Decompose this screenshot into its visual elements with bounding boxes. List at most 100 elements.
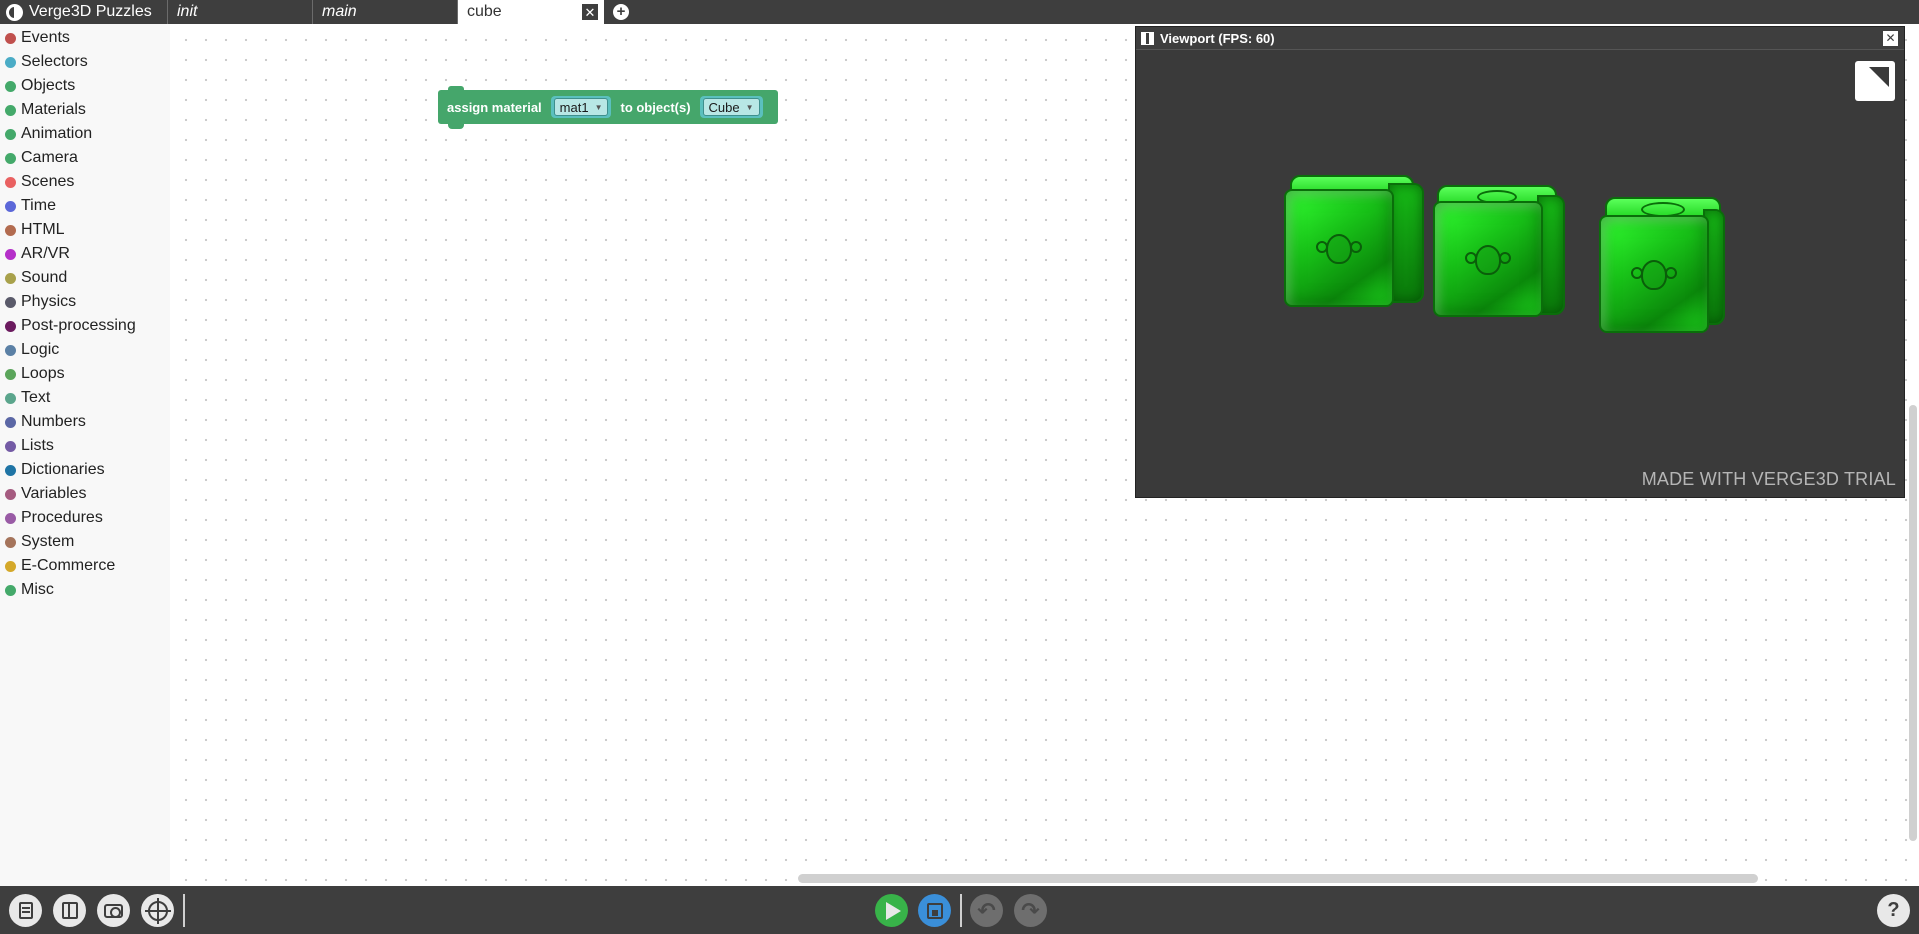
viewport-title: Viewport (FPS: 60) xyxy=(1160,30,1275,46)
camera-icon xyxy=(104,903,123,918)
cube-face xyxy=(1599,215,1709,333)
category-color-dot-icon xyxy=(5,512,16,524)
block-label-to-objects: to object(s) xyxy=(620,99,691,115)
close-tab-icon[interactable]: ✕ xyxy=(582,4,598,20)
category-color-dot-icon xyxy=(5,32,16,44)
material-socket: mat1 ▼ xyxy=(550,96,612,118)
center-workspace-button[interactable] xyxy=(141,894,174,927)
tab-label: main xyxy=(322,3,357,20)
category-numbers[interactable]: Numbers xyxy=(0,410,170,434)
viewport-header[interactable]: Viewport (FPS: 60) ✕ xyxy=(1136,27,1904,50)
category-label: Post-processing xyxy=(21,317,136,334)
green-cube xyxy=(1599,197,1731,337)
save-icon xyxy=(926,902,943,919)
toggle-panel-button[interactable] xyxy=(53,894,86,927)
pause-icon[interactable] xyxy=(1141,31,1154,45)
undo-button[interactable]: ↶ xyxy=(970,894,1003,927)
viewport-panel[interactable]: Viewport (FPS: 60) ✕ MADE WITH VERGE3D T… xyxy=(1135,26,1905,498)
category-label: E-Commerce xyxy=(21,557,116,574)
dropdown-arrow-icon: ▼ xyxy=(594,102,603,112)
category-logic[interactable]: Logic xyxy=(0,338,170,362)
category-html[interactable]: HTML xyxy=(0,218,170,242)
toolbar-divider xyxy=(183,894,185,927)
tab-label: init xyxy=(177,3,198,20)
category-events[interactable]: Events xyxy=(0,26,170,50)
run-button[interactable] xyxy=(875,894,908,927)
help-button[interactable]: ? xyxy=(1877,894,1910,927)
category-loops[interactable]: Loops xyxy=(0,362,170,386)
category-color-dot-icon xyxy=(5,584,16,596)
app-title-text: Verge3D Puzzles xyxy=(29,3,152,20)
category-label: Physics xyxy=(21,293,77,310)
object-socket: Cube ▼ xyxy=(699,96,763,118)
library-button[interactable] xyxy=(9,894,42,927)
category-procedures[interactable]: Procedures xyxy=(0,506,170,530)
category-color-dot-icon xyxy=(5,560,16,572)
plus-icon: + xyxy=(613,4,629,20)
horizontal-scrollbar[interactable] xyxy=(798,874,1758,883)
tab-main[interactable]: main xyxy=(313,0,458,24)
category-objects[interactable]: Objects xyxy=(0,74,170,98)
assign-material-block[interactable]: assign material mat1 ▼ to object(s) Cube… xyxy=(438,86,778,129)
trial-watermark: MADE WITH VERGE3D TRIAL xyxy=(1641,469,1896,489)
category-camera[interactable]: Camera xyxy=(0,146,170,170)
category-label: Selectors xyxy=(21,53,88,70)
screenshot-button[interactable] xyxy=(97,894,130,927)
category-ar-vr[interactable]: AR/VR xyxy=(0,242,170,266)
category-scenes[interactable]: Scenes xyxy=(0,170,170,194)
material-dropdown-value: mat1 xyxy=(559,99,589,115)
crosshair-icon xyxy=(144,897,171,924)
category-label: Text xyxy=(21,389,51,406)
object-dropdown[interactable]: Cube ▼ xyxy=(702,98,760,116)
category-label: Camera xyxy=(21,149,78,166)
category-color-dot-icon xyxy=(5,536,16,548)
category-color-dot-icon xyxy=(5,248,16,260)
category-label: Logic xyxy=(21,341,60,358)
category-label: Loops xyxy=(21,365,65,382)
category-animation[interactable]: Animation xyxy=(0,122,170,146)
help-icon: ? xyxy=(1887,899,1900,921)
category-label: Scenes xyxy=(21,173,75,190)
category-time[interactable]: Time xyxy=(0,194,170,218)
save-button[interactable] xyxy=(918,894,951,927)
category-variables[interactable]: Variables xyxy=(0,482,170,506)
category-misc[interactable]: Misc xyxy=(0,578,170,602)
vertical-scrollbar[interactable] xyxy=(1909,405,1917,841)
green-cube xyxy=(1433,185,1573,321)
category-selectors[interactable]: Selectors xyxy=(0,50,170,74)
category-physics[interactable]: Physics xyxy=(0,290,170,314)
category-color-dot-icon xyxy=(5,104,16,116)
category-color-dot-icon xyxy=(5,416,16,428)
category-label: Events xyxy=(21,29,70,46)
redo-icon: ↷ xyxy=(1021,897,1040,923)
category-color-dot-icon xyxy=(5,368,16,380)
category-label: System xyxy=(21,533,75,550)
category-color-dot-icon xyxy=(5,440,16,452)
category-dictionaries[interactable]: Dictionaries xyxy=(0,458,170,482)
monkey-emboss-icon xyxy=(1631,256,1677,296)
material-dropdown[interactable]: mat1 ▼ xyxy=(553,98,609,116)
category-label: Procedures xyxy=(21,509,103,526)
fullscreen-icon[interactable] xyxy=(1855,61,1895,101)
category-sound[interactable]: Sound xyxy=(0,266,170,290)
green-cube xyxy=(1284,175,1434,315)
tab-init[interactable]: init xyxy=(168,0,313,24)
category-color-dot-icon xyxy=(5,320,16,332)
category-color-dot-icon xyxy=(5,128,16,140)
category-sidebar: Events Selectors Objects Materials Animation… xyxy=(0,24,170,886)
category-system[interactable]: System xyxy=(0,530,170,554)
add-tab-button[interactable]: + xyxy=(604,0,638,24)
close-viewport-icon[interactable]: ✕ xyxy=(1883,31,1898,46)
category-lists[interactable]: Lists xyxy=(0,434,170,458)
category-materials[interactable]: Materials xyxy=(0,98,170,122)
category-color-dot-icon xyxy=(5,200,16,212)
category-label: Numbers xyxy=(21,413,86,430)
redo-button[interactable]: ↷ xyxy=(1014,894,1047,927)
category-color-dot-icon xyxy=(5,272,16,284)
category-color-dot-icon xyxy=(5,152,16,164)
tab-cube[interactable]: cube ✕ xyxy=(458,0,604,24)
category-post-processing[interactable]: Post-processing xyxy=(0,314,170,338)
category-e-commerce[interactable]: E-Commerce xyxy=(0,554,170,578)
book-icon xyxy=(18,902,33,919)
category-text[interactable]: Text xyxy=(0,386,170,410)
